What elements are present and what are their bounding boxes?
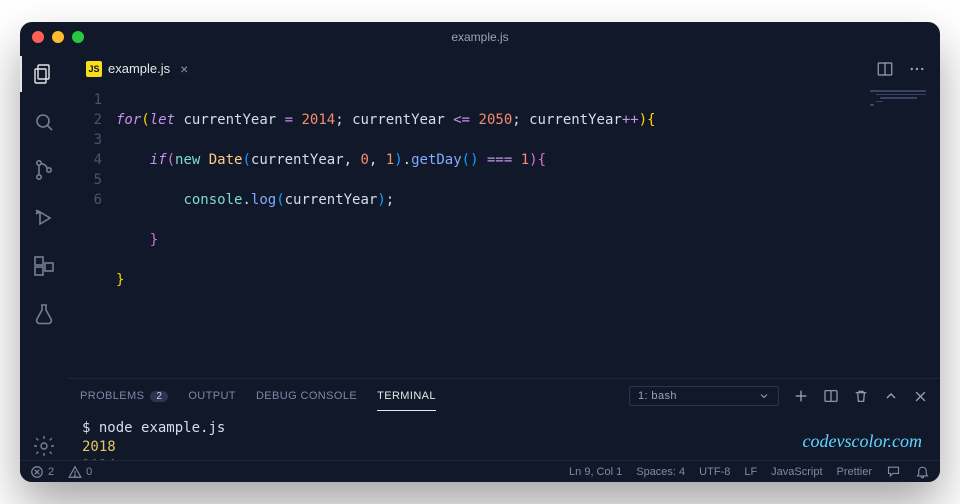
window-title: example.js bbox=[20, 30, 940, 44]
testing-icon[interactable] bbox=[30, 300, 58, 328]
tab-example-js[interactable]: JS example.js × bbox=[76, 52, 198, 86]
more-actions-icon[interactable] bbox=[908, 60, 926, 78]
tab-terminal[interactable]: TERMINAL bbox=[377, 382, 436, 411]
explorer-icon[interactable] bbox=[30, 60, 58, 88]
status-language[interactable]: JavaScript bbox=[771, 466, 822, 478]
editor-actions bbox=[876, 60, 940, 78]
debug-icon[interactable] bbox=[30, 204, 58, 232]
tab-label: example.js bbox=[108, 61, 170, 76]
split-editor-icon[interactable] bbox=[876, 60, 894, 78]
editor-tabs: JS example.js × bbox=[68, 52, 940, 86]
traffic-lights bbox=[32, 31, 84, 43]
line-gutter: 123456 bbox=[68, 90, 116, 370]
source-control-icon[interactable] bbox=[30, 156, 58, 184]
code-editor[interactable]: 123456 for(let currentYear = 2014; curre… bbox=[68, 86, 940, 378]
main-area: JS example.js × 123456 for(let currentYe… bbox=[68, 52, 940, 460]
close-panel-icon[interactable] bbox=[913, 389, 928, 404]
shell-selected-label: 1: bash bbox=[638, 390, 677, 402]
tab-problems[interactable]: PROBLEMS2 bbox=[80, 382, 168, 410]
status-warnings[interactable]: 0 bbox=[68, 465, 92, 479]
problems-count-badge: 2 bbox=[150, 391, 168, 402]
activity-bar bbox=[20, 52, 68, 460]
code-content: for(let currentYear = 2014; currentYear … bbox=[116, 90, 940, 370]
minimize-dot[interactable] bbox=[52, 31, 64, 43]
settings-gear-icon[interactable] bbox=[30, 432, 58, 460]
new-terminal-icon[interactable] bbox=[793, 388, 809, 404]
watermark: codevscolor.com bbox=[803, 431, 922, 452]
maximize-panel-icon[interactable] bbox=[883, 388, 899, 404]
maximize-dot[interactable] bbox=[72, 31, 84, 43]
close-dot[interactable] bbox=[32, 31, 44, 43]
titlebar: example.js bbox=[20, 22, 940, 52]
status-errors[interactable]: 2 bbox=[30, 465, 54, 479]
status-cursor-pos[interactable]: Ln 9, Col 1 bbox=[569, 466, 622, 478]
chevron-down-icon bbox=[758, 390, 770, 402]
status-eol[interactable]: LF bbox=[744, 466, 757, 478]
split-terminal-icon[interactable] bbox=[823, 388, 839, 404]
tab-debug-console[interactable]: DEBUG CONSOLE bbox=[256, 382, 357, 410]
kill-terminal-icon[interactable] bbox=[853, 388, 869, 404]
extensions-icon[interactable] bbox=[30, 252, 58, 280]
status-indent[interactable]: Spaces: 4 bbox=[636, 466, 685, 478]
close-icon[interactable]: × bbox=[180, 61, 188, 77]
status-formatter[interactable]: Prettier bbox=[837, 466, 872, 478]
js-file-icon: JS bbox=[86, 61, 102, 77]
tab-output[interactable]: OUTPUT bbox=[188, 382, 236, 410]
status-encoding[interactable]: UTF-8 bbox=[699, 466, 730, 478]
status-bar: 2 0 Ln 9, Col 1 Spaces: 4 UTF-8 LF JavaS… bbox=[20, 460, 940, 482]
minimap[interactable] bbox=[870, 90, 932, 130]
feedback-icon[interactable] bbox=[886, 464, 901, 479]
editor-window: example.js bbox=[20, 22, 940, 482]
search-icon[interactable] bbox=[30, 108, 58, 136]
terminal-selector[interactable]: 1: bash bbox=[629, 386, 779, 406]
panel-tabs: PROBLEMS2 OUTPUT DEBUG CONSOLE TERMINAL … bbox=[68, 379, 940, 413]
bell-icon[interactable] bbox=[915, 464, 930, 479]
